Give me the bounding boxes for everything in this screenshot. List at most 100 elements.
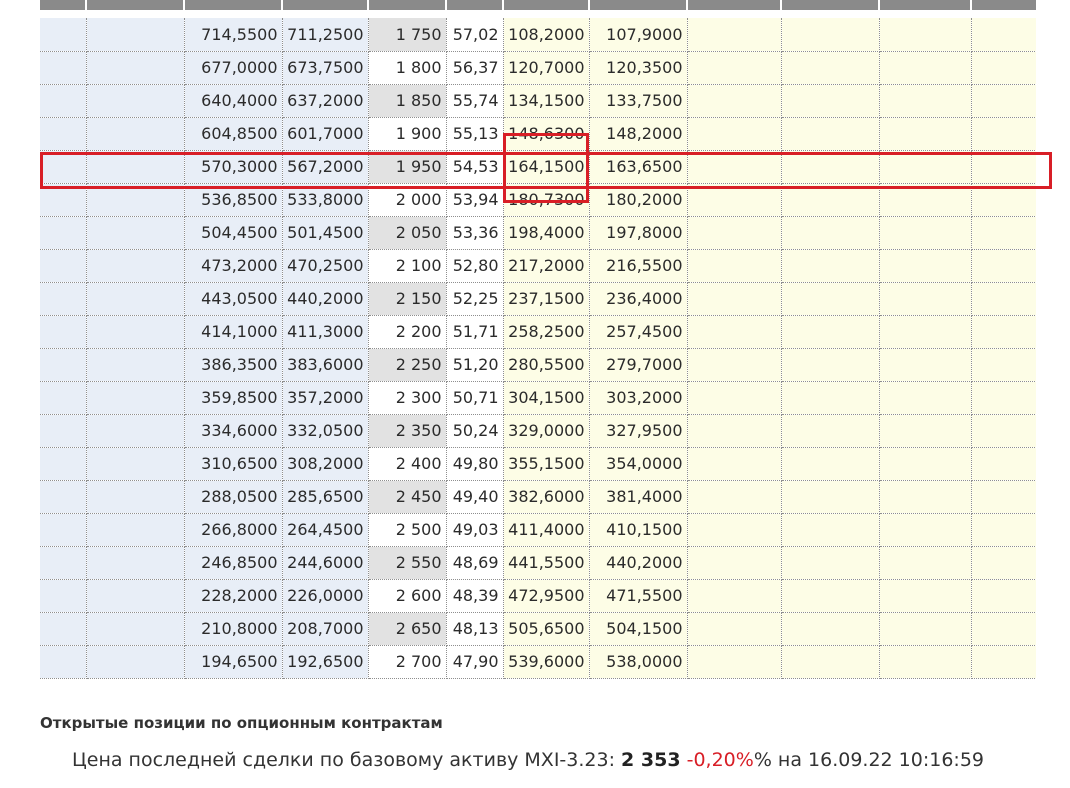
empty-cell [971,414,1036,448]
empty-cell [781,414,880,448]
table-row[interactable]: 604,8500 601,7000 1 900 55,13 148,6300 148,20… [40,117,1036,151]
empty-cell [879,315,972,349]
table-row[interactable]: 288,0500 285,6500 2 450 49,40 382,6000 381,40… [40,480,1036,514]
table-row[interactable]: 640,4000 637,2000 1 850 55,74 134,1500 133,75… [40,84,1036,118]
empty-cell [86,249,185,283]
call-bid-cell: 266,8000 [184,513,283,547]
empty-cell [687,546,782,580]
table-row[interactable]: 194,6500 192,6500 2 700 47,90 539,6000 538,00… [40,645,1036,679]
strike-cell: 1 900 [368,117,447,151]
empty-cell [781,381,880,415]
empty-cell [86,546,185,580]
table-row[interactable]: 714,5500 711,2500 1 750 57,02 108,2000 107,90… [40,18,1036,52]
strike-cell: 1 800 [368,51,447,85]
volatility-cell: 55,13 [446,117,504,151]
put-ask-cell: 538,0000 [589,645,688,679]
put-bid-cell: 355,1500 [503,447,590,481]
call-ask-cell: 383,6000 [282,348,369,382]
empty-cell [40,480,87,514]
put-ask-cell: 148,2000 [589,117,688,151]
strike-cell: 2 550 [368,546,447,580]
empty-cell [971,51,1036,85]
strike-cell: 1 950 [368,150,447,184]
volatility-cell: 54,53 [446,150,504,184]
price-value: 2 353 [621,749,681,771]
volatility-cell: 50,71 [446,381,504,415]
table-row[interactable]: 210,8000 208,7000 2 650 48,13 505,6500 504,15… [40,612,1036,646]
empty-cell [40,249,87,283]
table-row[interactable]: 414,1000 411,3000 2 200 51,71 258,2500 257,45… [40,315,1036,349]
empty-cell [86,282,185,316]
empty-cell [971,117,1036,151]
option-table: 714,5500 711,2500 1 750 57,02 108,2000 107,90… [40,18,1036,679]
call-bid-cell: 604,8500 [184,117,283,151]
empty-cell [40,645,87,679]
empty-cell [971,84,1036,118]
put-ask-cell: 440,2000 [589,546,688,580]
empty-cell [971,546,1036,580]
empty-cell [86,645,185,679]
put-bid-cell: 304,1500 [503,381,590,415]
strike-cell: 2 350 [368,414,447,448]
table-row[interactable]: 570,3000 567,2000 1 950 54,53 164,1500 163,65… [40,150,1036,184]
table-row[interactable]: 246,8500 244,6000 2 550 48,69 441,5500 440,20… [40,546,1036,580]
call-bid-cell: 194,6500 [184,645,283,679]
table-row[interactable]: 536,8500 533,8000 2 000 53,94 180,7300 180,20… [40,183,1036,217]
empty-cell [86,84,185,118]
strike-cell: 1 850 [368,84,447,118]
empty-cell [781,612,880,646]
call-ask-cell: 411,3000 [282,315,369,349]
table-row[interactable]: 473,2000 470,2500 2 100 52,80 217,2000 216,55… [40,249,1036,283]
table-row[interactable]: 386,3500 383,6000 2 250 51,20 280,5500 279,70… [40,348,1036,382]
empty-cell [86,51,185,85]
volatility-cell: 48,69 [446,546,504,580]
empty-cell [40,18,87,52]
table-row[interactable]: 228,2000 226,0000 2 600 48,39 472,9500 471,55… [40,579,1036,613]
price-prefix: Цена последней сделки по базовому активу… [72,749,615,771]
volatility-cell: 53,36 [446,216,504,250]
empty-cell [879,282,972,316]
table-row[interactable]: 443,0500 440,2000 2 150 52,25 237,1500 236,40… [40,282,1036,316]
empty-cell [971,216,1036,250]
volatility-cell: 48,13 [446,612,504,646]
put-bid-cell: 180,7300 [503,183,590,217]
volatility-cell: 49,03 [446,513,504,547]
table-row[interactable]: 266,8000 264,4500 2 500 49,03 411,4000 410,15… [40,513,1036,547]
empty-cell [40,51,87,85]
empty-cell [971,315,1036,349]
empty-cell [687,612,782,646]
empty-cell [40,117,87,151]
empty-cell [687,447,782,481]
empty-cell [687,579,782,613]
empty-cell [879,150,972,184]
put-ask-cell: 504,1500 [589,612,688,646]
empty-cell [879,183,972,217]
empty-cell [879,381,972,415]
call-bid-cell: 473,2000 [184,249,283,283]
put-bid-cell: 329,0000 [503,414,590,448]
empty-cell [781,18,880,52]
call-bid-cell: 386,3500 [184,348,283,382]
table-row[interactable]: 677,0000 673,7500 1 800 56,37 120,7000 120,35… [40,51,1036,85]
empty-cell [781,249,880,283]
empty-cell [687,18,782,52]
table-row[interactable]: 504,4500 501,4500 2 050 53,36 198,4000 197,80… [40,216,1036,250]
empty-cell [971,348,1036,382]
call-ask-cell: 332,0500 [282,414,369,448]
call-ask-cell: 308,2000 [282,447,369,481]
table-row[interactable]: 334,6000 332,0500 2 350 50,24 329,0000 327,95… [40,414,1036,448]
call-ask-cell: 637,2000 [282,84,369,118]
empty-cell [40,447,87,481]
put-ask-cell: 180,2000 [589,183,688,217]
table-row[interactable]: 359,8500 357,2000 2 300 50,71 304,1500 303,20… [40,381,1036,415]
empty-cell [687,513,782,547]
call-bid-cell: 536,8500 [184,183,283,217]
empty-cell [40,381,87,415]
call-bid-cell: 310,6500 [184,447,283,481]
table-row[interactable]: 310,6500 308,2000 2 400 49,80 355,1500 354,00… [40,447,1036,481]
empty-cell [687,117,782,151]
empty-cell [971,18,1036,52]
call-ask-cell: 673,7500 [282,51,369,85]
empty-cell [86,150,185,184]
empty-cell [879,18,972,52]
